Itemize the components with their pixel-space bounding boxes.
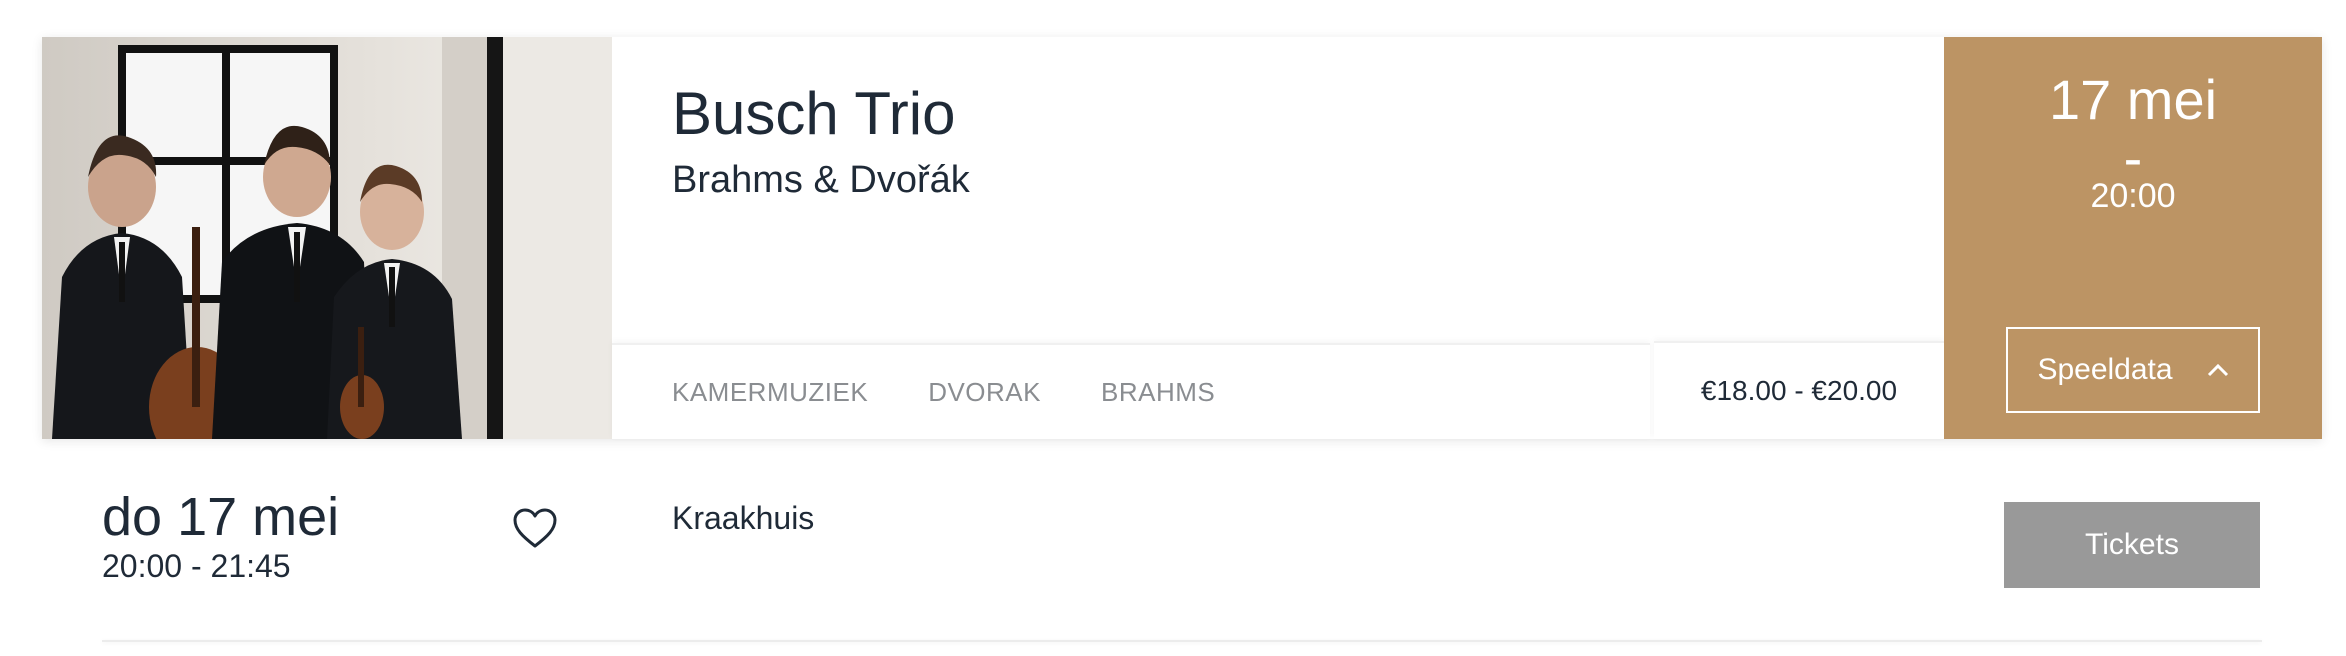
event-subtitle: Brahms & Dvořák <box>672 159 970 201</box>
speeldata-button[interactable]: Speeldata <box>2006 327 2260 413</box>
venue-name[interactable]: Kraakhuis <box>672 500 814 537</box>
speeldata-label: Speeldata <box>2037 353 2173 386</box>
tags-bar: KAMERMUZIEK DVORAK BRAHMS <box>612 343 1650 439</box>
performance-time: 20:00 - 21:45 <box>102 548 291 584</box>
event-info: Busch Trio Brahms & Dvořák KAMERMUZIEK D… <box>612 37 1944 439</box>
panel-date: 17 mei <box>2048 68 2218 131</box>
event-photo[interactable] <box>42 37 612 439</box>
tag-dvorak[interactable]: DVORAK <box>928 377 1041 408</box>
tickets-button[interactable]: Tickets <box>2004 502 2260 588</box>
price-range: €18.00 - €20.00 <box>1654 341 1944 439</box>
photo-three-musicians-image <box>42 37 612 439</box>
tag-kamermuziek[interactable]: KAMERMUZIEK <box>672 377 868 408</box>
event-card: Busch Trio Brahms & Dvořák KAMERMUZIEK D… <box>42 37 2322 439</box>
row-divider <box>102 640 2262 642</box>
date-panel: 17 mei - 20:00 Speeldata <box>1944 37 2322 439</box>
heart-outline-icon[interactable] <box>512 508 558 550</box>
chevron-up-icon <box>2207 363 2229 377</box>
tag-brahms[interactable]: BRAHMS <box>1101 377 1215 408</box>
panel-time: 20:00 <box>2090 177 2176 215</box>
performance-date: do 17 mei <box>102 487 340 547</box>
event-title[interactable]: Busch Trio <box>672 81 955 147</box>
